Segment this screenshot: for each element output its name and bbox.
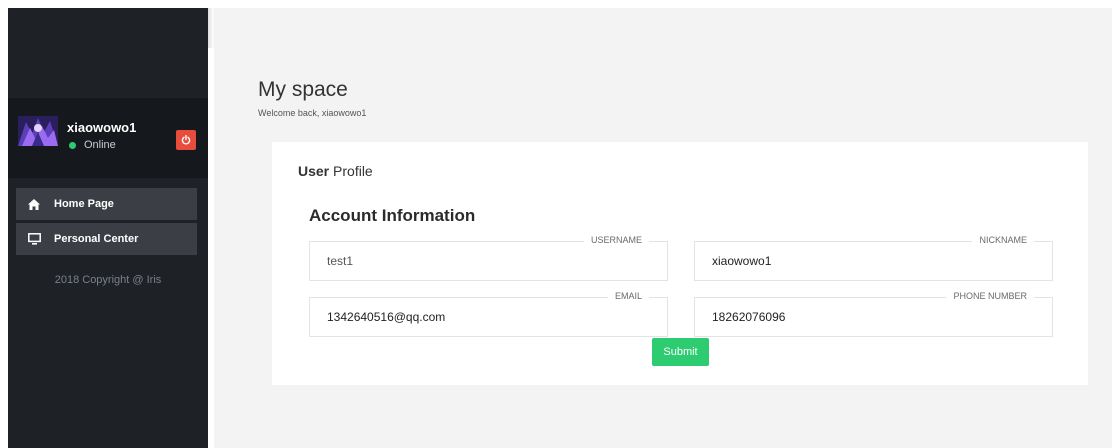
sidebar: xiaowowo1 Online Home Page Personal Cent… xyxy=(8,8,208,448)
nickname-label: NICKNAME xyxy=(972,235,1034,245)
username-label: xiaowowo1 xyxy=(67,120,137,135)
username-input[interactable] xyxy=(327,254,647,268)
sidebar-item-label: Personal Center xyxy=(54,233,139,245)
email-input[interactable] xyxy=(327,310,647,324)
username-label: USERNAME xyxy=(583,235,649,245)
power-icon xyxy=(181,135,191,145)
main-content: My space Welcome back, xiaowowo1 User Pr… xyxy=(214,8,1112,448)
card-title: User Profile xyxy=(298,163,373,179)
sidebar-item-label: Home Page xyxy=(54,198,114,210)
submit-button[interactable]: Submit xyxy=(652,338,709,366)
page-title: My space xyxy=(258,78,348,101)
card-title-bold: User xyxy=(298,163,330,179)
online-dot-icon xyxy=(69,141,76,149)
section-title: Account Information xyxy=(309,206,476,225)
avatar xyxy=(18,116,58,146)
online-status: Online xyxy=(69,139,116,151)
user-panel: xiaowowo1 Online xyxy=(8,98,208,178)
nickname-input[interactable] xyxy=(712,254,1032,268)
sidebar-item-personal-center[interactable]: Personal Center xyxy=(16,223,197,255)
phone-input[interactable] xyxy=(712,310,1032,324)
logout-button[interactable] xyxy=(176,130,196,150)
email-label: EMAIL xyxy=(607,291,649,301)
email-field: EMAIL xyxy=(309,291,668,337)
nickname-field: NICKNAME xyxy=(694,235,1053,281)
monitor-icon xyxy=(27,232,41,246)
sidebar-item-home[interactable]: Home Page xyxy=(16,188,197,220)
username-field: USERNAME xyxy=(309,235,668,281)
user-profile-card: User Profile Account Information USERNAM… xyxy=(272,142,1088,385)
copyright-text: 2018 Copyright @ Iris xyxy=(54,274,162,286)
page-subtitle: Welcome back, xiaowowo1 xyxy=(258,108,367,118)
phone-label: PHONE NUMBER xyxy=(946,291,1034,301)
home-icon xyxy=(27,197,41,211)
status-label: Online xyxy=(84,139,116,151)
card-title-rest: Profile xyxy=(329,163,373,179)
phone-field: PHONE NUMBER xyxy=(694,291,1053,337)
